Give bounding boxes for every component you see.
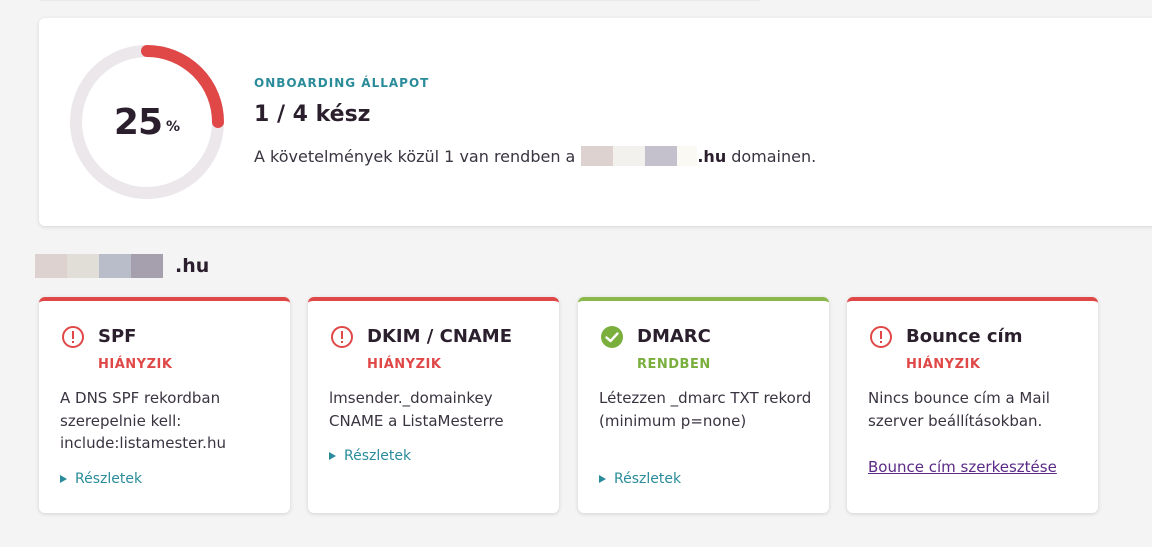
- details-toggle[interactable]: Részletek: [599, 471, 681, 487]
- check-card-dmarc: DMARC RENDBEN Létezzen _dmarc TXT rekord…: [578, 297, 829, 513]
- check-card-dkim: DKIM / CNAME HIÁNYZIK lmsender._domainke…: [308, 297, 559, 513]
- triangle-right-icon: [60, 475, 67, 483]
- check-card-bounce: Bounce cím HIÁNYZIK Nincs bounce cím a M…: [847, 297, 1098, 513]
- card-title: Bounce cím: [906, 326, 1023, 347]
- status-badge: HIÁNYZIK: [906, 357, 981, 372]
- card-title: DKIM / CNAME: [367, 326, 513, 347]
- status-badge: HIÁNYZIK: [98, 357, 173, 372]
- card-description: Létezzen _dmarc TXT rekord (minimum p=no…: [599, 389, 812, 430]
- alert-circle-icon: [331, 326, 353, 348]
- details-label: Részletek: [75, 471, 143, 487]
- details-label: Részletek: [614, 471, 682, 487]
- redacted-domain: [581, 146, 698, 166]
- domain-suffix: .hu: [175, 255, 210, 277]
- status-badge: HIÁNYZIK: [367, 357, 442, 372]
- progress-headline: 1 / 4 kész: [254, 102, 371, 127]
- top-divider: [40, 0, 760, 1]
- onboarding-eyebrow: ONBOARDING ÁLLAPOT: [254, 76, 430, 90]
- triangle-right-icon: [599, 475, 606, 483]
- card-title: DMARC: [637, 326, 711, 347]
- card-title: SPF: [98, 326, 137, 347]
- description-prefix: A követelmények közül 1 van rendben a: [254, 146, 576, 166]
- status-badge: RENDBEN: [637, 357, 711, 372]
- details-label: Részletek: [344, 448, 412, 464]
- status-description: A követelmények közül 1 van rendben a .h…: [254, 146, 816, 166]
- card-description: lmsender._domainkey CNAME a ListaMesterr…: [329, 389, 504, 430]
- description-suffix: domainen.: [731, 146, 817, 166]
- percent-symbol: %: [166, 119, 181, 135]
- edit-bounce-address-link[interactable]: Bounce cím szerkesztése: [868, 458, 1057, 476]
- triangle-right-icon: [329, 452, 336, 460]
- alert-circle-icon: [870, 326, 892, 348]
- card-description: A DNS SPF rekordban szerepelnie kell: in…: [60, 389, 226, 452]
- domain-suffix-text: .hu: [697, 146, 727, 166]
- redacted-domain-name: [35, 254, 163, 278]
- check-circle-icon: [601, 326, 623, 348]
- card-description: Nincs bounce cím a Mail szerver beállítá…: [868, 389, 1050, 430]
- progress-percent: 25 %: [69, 44, 225, 200]
- percent-number: 25: [113, 101, 163, 143]
- onboarding-status-card: 25 % ONBOARDING ÁLLAPOT 1 / 4 kész A köv…: [39, 18, 1152, 226]
- domain-heading: .hu: [35, 254, 209, 278]
- details-toggle[interactable]: Részletek: [60, 471, 142, 487]
- details-toggle[interactable]: Részletek: [329, 448, 411, 464]
- alert-circle-icon: [62, 326, 84, 348]
- check-card-spf: SPF HIÁNYZIK A DNS SPF rekordban szerepe…: [39, 297, 290, 513]
